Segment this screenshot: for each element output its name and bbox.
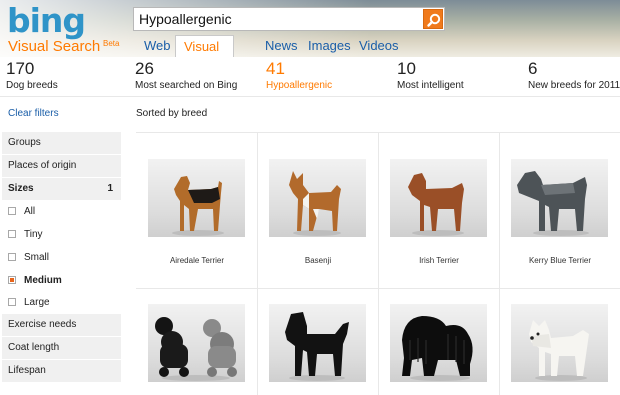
clear-filters-link[interactable]: Clear filters <box>8 108 59 119</box>
stat-most-intelligent[interactable]: 10 Most intelligent <box>397 59 464 91</box>
breed-thumbnail-basenji[interactable] <box>269 159 366 237</box>
visual-search-page: bing Visual Search Beta Web Visual Searc… <box>0 0 620 395</box>
search-box <box>133 7 445 31</box>
search-input[interactable] <box>139 11 419 27</box>
tab-visual-search[interactable]: Visual Search <box>175 35 235 76</box>
size-option-small[interactable]: Small <box>8 250 49 266</box>
checkbox[interactable] <box>8 253 16 261</box>
filter-lifespan[interactable]: Lifespan <box>2 360 121 382</box>
tab-web[interactable]: Web <box>136 35 179 57</box>
visual-search-title: Visual Search <box>8 38 101 55</box>
breed-caption[interactable]: Kerry Blue Terrier <box>500 256 620 265</box>
size-option-all[interactable]: All <box>8 204 35 220</box>
stat-most-searched[interactable]: 26 Most searched on Bing <box>135 59 237 91</box>
filter-places-of-origin[interactable]: Places of origin <box>2 155 121 177</box>
filter-coat-length[interactable]: Coat length <box>2 337 121 359</box>
puli-image <box>402 316 473 381</box>
breed-thumbnail-portuguese-water-dog[interactable] <box>269 304 366 382</box>
sizes-count: 1 <box>107 183 113 194</box>
breed-thumbnail-kerry-blue-terrier[interactable] <box>511 159 608 237</box>
filter-sidebar: Clear filters Groups Places of origin Si… <box>0 97 123 395</box>
search-button[interactable] <box>423 9 443 29</box>
bing-logo[interactable]: bing <box>7 1 86 40</box>
sort-label: Sorted by breed <box>136 108 208 119</box>
tab-news[interactable]: News <box>257 35 306 57</box>
kerry-blue-terrier-image <box>517 171 589 236</box>
tab-images[interactable]: Images <box>300 35 359 57</box>
collection-stats: 170 Dog breeds 26 Most searched on Bing … <box>0 57 620 97</box>
breed-caption[interactable]: Airedale Terrier <box>137 256 257 265</box>
breed-thumbnail-samoyed[interactable] <box>511 304 608 382</box>
airedale-terrier-image <box>172 176 224 236</box>
size-option-tiny[interactable]: Tiny <box>8 227 43 243</box>
stat-new-breeds[interactable]: 6 New breeds for 2011 <box>528 59 620 91</box>
breed-thumbnail-irish-terrier[interactable] <box>390 159 487 237</box>
breed-caption[interactable]: Basenji <box>258 256 378 265</box>
size-option-medium[interactable]: Medium <box>8 273 62 289</box>
tab-videos[interactable]: Videos <box>351 35 407 57</box>
checkbox[interactable] <box>8 207 16 215</box>
breed-thumbnail-puli[interactable] <box>390 304 487 382</box>
filter-exercise-needs[interactable]: Exercise needs <box>2 314 121 336</box>
samoyed-image <box>529 320 589 381</box>
size-option-large[interactable]: Large <box>8 295 50 311</box>
beta-badge: Beta <box>103 39 120 48</box>
header-banner: bing Visual Search Beta Web Visual Searc… <box>0 0 620 76</box>
search-icon <box>427 13 441 27</box>
stat-dog-breeds[interactable]: 170 Dog breeds <box>6 59 58 91</box>
checkbox[interactable] <box>8 298 16 306</box>
breed-thumbnail-poodle[interactable] <box>148 304 245 382</box>
portuguese-water-dog-image <box>285 312 349 381</box>
poodle-image <box>155 317 237 381</box>
checkbox-checked[interactable] <box>8 276 16 284</box>
breed-thumbnail-airedale-terrier[interactable] <box>148 159 245 237</box>
basenji-image <box>289 171 341 236</box>
breed-caption[interactable]: Irish Terrier <box>379 256 499 265</box>
stat-hypoallergenic[interactable]: 41 Hypoallergenic <box>266 59 332 91</box>
irish-terrier-image <box>408 173 464 236</box>
checkbox[interactable] <box>8 230 16 238</box>
filter-groups[interactable]: Groups <box>2 132 121 154</box>
filter-sizes[interactable]: Sizes 1 <box>2 178 121 200</box>
